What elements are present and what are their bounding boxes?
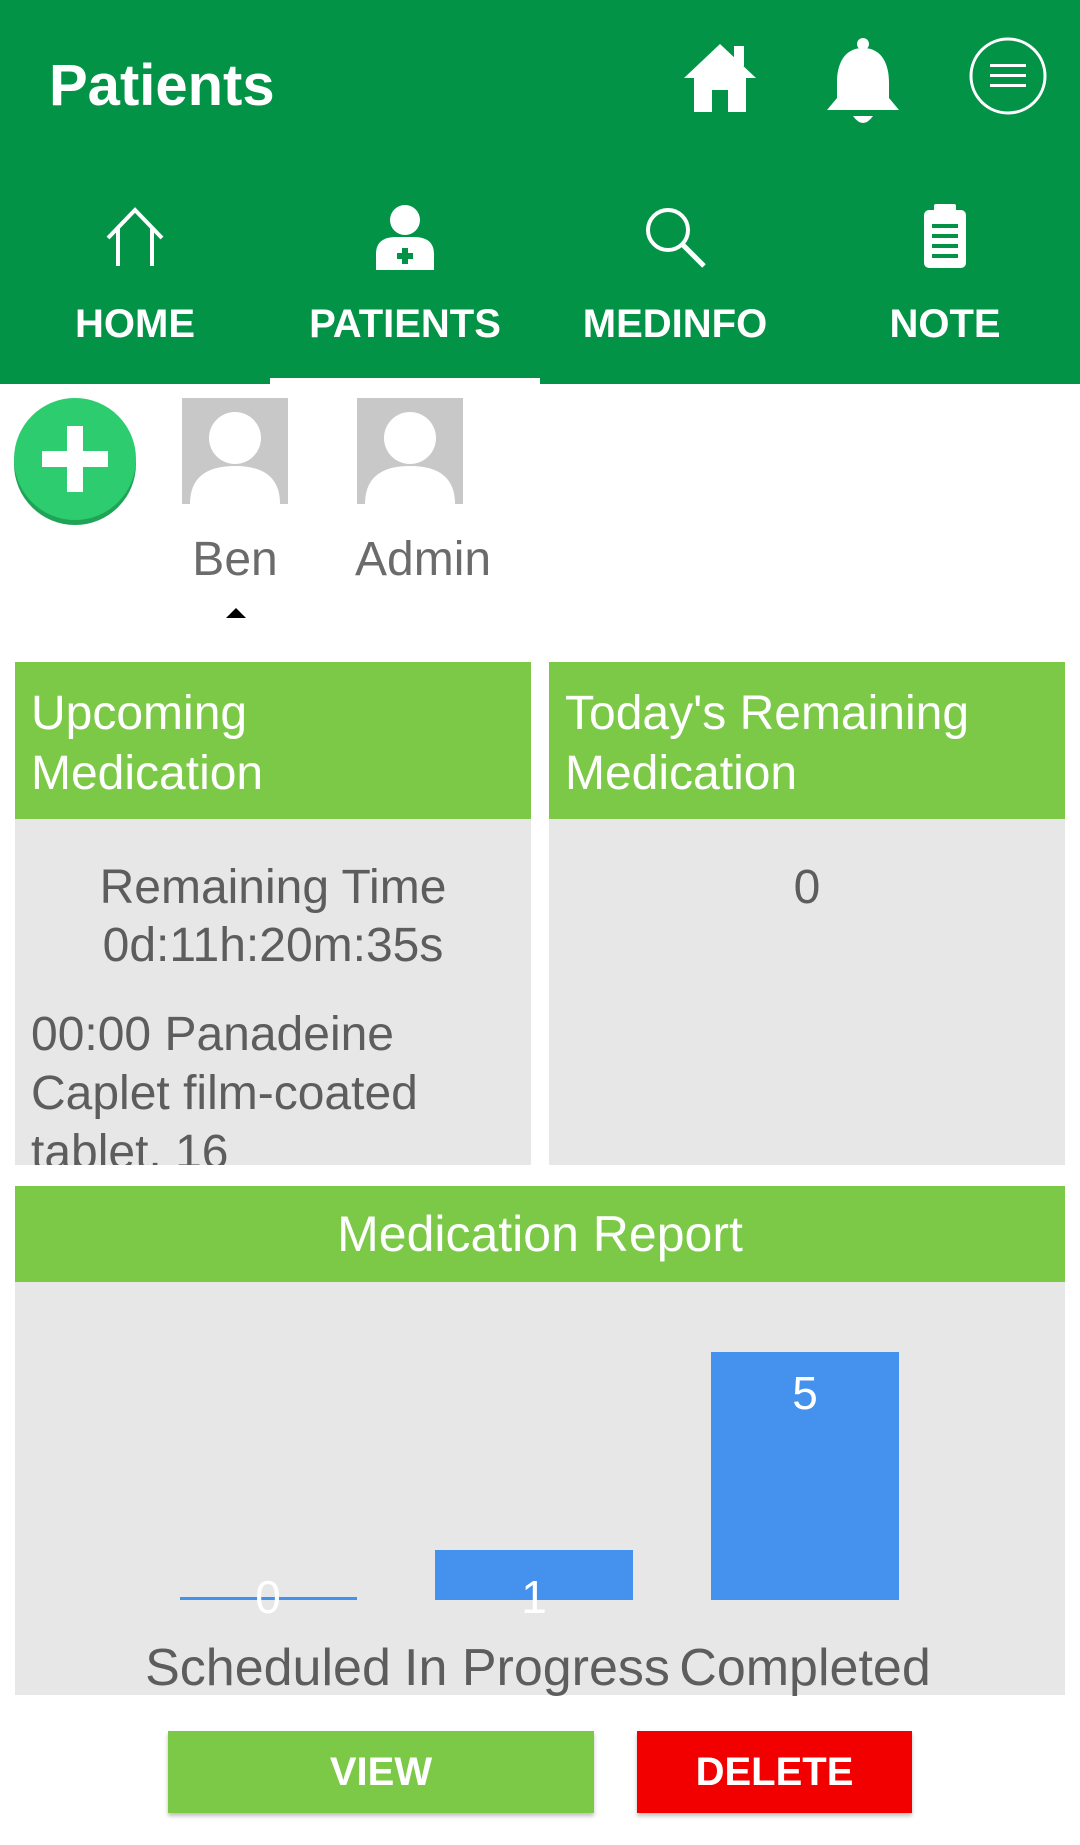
- remaining-time: Remaining Time 0d:11h:20m:35s: [15, 859, 531, 975]
- medication-line: tablet, 16: [31, 1126, 229, 1165]
- tab-patients[interactable]: PATIENTS: [270, 190, 540, 384]
- remaining-time-label: Remaining Time: [99, 861, 447, 914]
- medication-line: Caplet film-coated: [31, 1067, 418, 1120]
- category-label: Scheduled: [145, 1639, 391, 1697]
- tab-label: NOTE: [889, 302, 1001, 346]
- clipboard-icon: [810, 202, 1080, 282]
- patient-item-ben[interactable]: Ben: [180, 398, 290, 587]
- patient-item-admin[interactable]: Admin: [355, 398, 492, 587]
- remaining-time-value: 0d:11h:20m:35s: [102, 919, 444, 972]
- patient-name: Ben: [192, 533, 278, 586]
- patient-name: Admin: [355, 533, 492, 586]
- tab-label: PATIENTS: [309, 302, 501, 346]
- avatar: [357, 398, 463, 504]
- todays-remaining-header: Today's Remaining Medication: [549, 662, 1065, 819]
- delete-button[interactable]: DELETE: [637, 1731, 912, 1813]
- tab-label: HOME: [75, 302, 195, 346]
- home-icon[interactable]: [680, 36, 760, 121]
- medication-line: 00:00 Panadeine: [31, 1008, 394, 1061]
- app-bar: Patients HOME PATIENTS MEDINFO NOTE: [0, 0, 1080, 384]
- page-title: Patients: [49, 53, 275, 118]
- upcoming-medication-header: Upcoming Medication: [15, 662, 531, 819]
- tab-label: MEDINFO: [582, 302, 768, 346]
- tab-note[interactable]: NOTE: [810, 190, 1080, 384]
- menu-icon[interactable]: [968, 36, 1048, 121]
- upcoming-title-line2: Medication: [31, 747, 264, 800]
- bell-icon[interactable]: [823, 36, 903, 137]
- upcoming-medication-item: 00:00 Panadeine Caplet film-coated table…: [31, 1005, 511, 1165]
- tab-medinfo[interactable]: MEDINFO: [540, 190, 810, 384]
- avatar: [182, 398, 288, 504]
- upcoming-title-line1: Upcoming: [31, 687, 248, 740]
- view-button[interactable]: VIEW: [168, 1731, 594, 1813]
- upcoming-medication-body[interactable]: Remaining Time 0d:11h:20m:35s 00:00 Pana…: [15, 819, 531, 1165]
- tab-selected-indicator: [270, 378, 540, 384]
- bar-value-label: 1: [521, 1571, 547, 1623]
- bar-value-label: 0: [255, 1571, 281, 1623]
- bar-value-label: 5: [792, 1367, 818, 1419]
- medication-report-chart: [15, 1282, 1065, 1695]
- tab-home[interactable]: HOME: [0, 190, 270, 384]
- add-patient-button[interactable]: [12, 396, 138, 526]
- search-icon: [540, 202, 810, 282]
- patient-icon: [270, 202, 540, 282]
- todays-remaining-count: 0: [793, 861, 821, 914]
- category-label: In Progress: [404, 1639, 670, 1697]
- todays-remaining-body[interactable]: 0: [549, 819, 1065, 1165]
- home-outline-icon: [0, 202, 270, 282]
- todays-title-line1: Today's Remaining: [565, 687, 970, 740]
- category-label: Completed: [679, 1639, 931, 1697]
- todays-title-line2: Medication: [565, 747, 798, 800]
- selected-patient-indicator: [226, 608, 246, 618]
- medication-report-header: Medication Report: [15, 1186, 1065, 1282]
